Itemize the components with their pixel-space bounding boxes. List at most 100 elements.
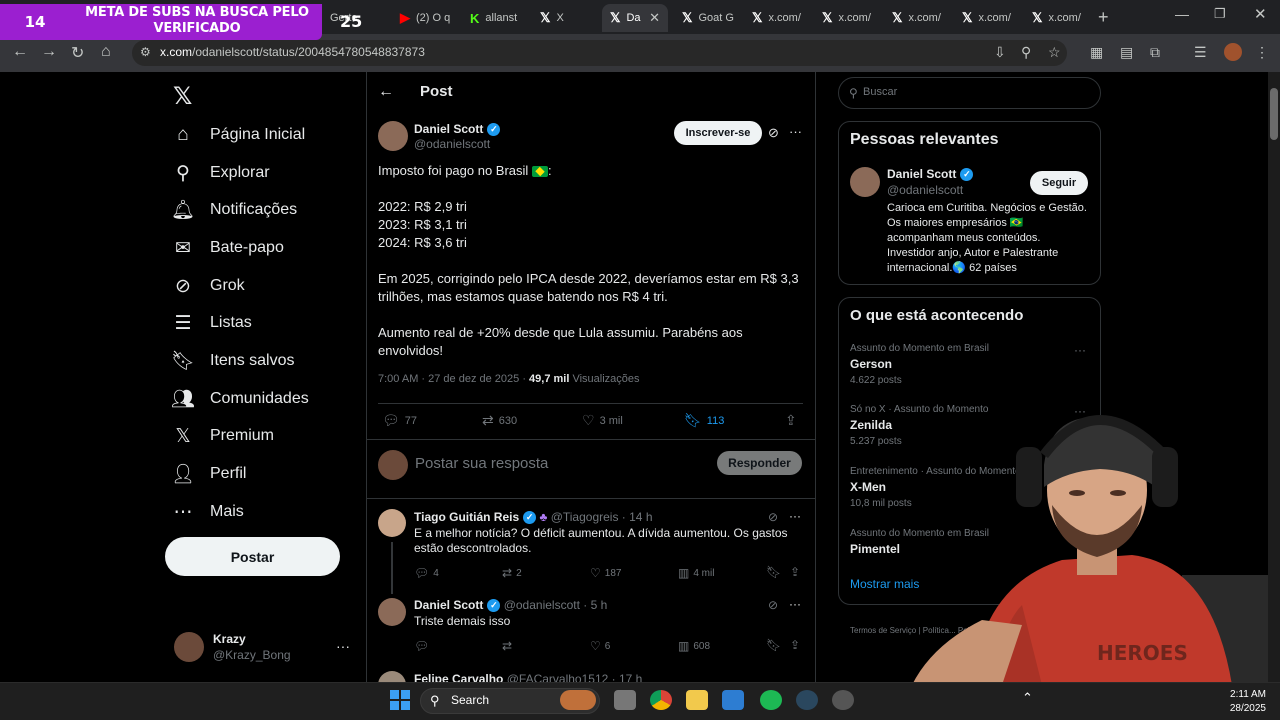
share-icon[interactable]: ⇪ [785,412,797,429]
like-stat[interactable]: ♡ 3 mil [582,412,623,429]
search-highlight-icon[interactable] [560,690,596,710]
bookmark-star-icon[interactable]: ☆ [1048,44,1061,61]
browser-tab[interactable]: Kallanst [462,4,528,32]
sidebar-item-notifications[interactable]: 🔔︎ Notificações [171,195,297,225]
comment-repost-stat[interactable]: ⇄ [502,639,512,653]
sidebar-item-lists[interactable]: ☰ Listas [172,308,251,338]
reload-icon[interactable]: ↻ [71,43,84,63]
comment-like-stat[interactable]: ♡ 6 [590,639,610,653]
trend-more-icon[interactable]: ··· [1074,343,1086,357]
author-name[interactable]: Daniel Scott ✓ [414,122,501,137]
bookmark-stat[interactable]: 🔖︎ 113 [684,412,724,429]
comment-author[interactable]: Daniel Scott ✓ @odanielscott · 5 h [414,598,607,613]
post-timestamp[interactable]: 7:00 AM · 27 de dez de 2025 · [378,373,529,385]
bookmark-icon[interactable]: 🔖︎ [766,638,781,652]
browser-menu-icon[interactable]: ⋮ [1255,44,1269,61]
follow-button[interactable]: Seguir [1030,171,1088,195]
reply-input[interactable]: Postar sua resposta [415,455,548,472]
browser-tab[interactable]: 𝕏X [532,4,598,32]
comment-like-stat[interactable]: ♡ 187 [590,566,621,580]
spotify-icon[interactable] [760,690,782,710]
zoom-icon[interactable]: ⚲ [1021,44,1031,61]
sidebar-item-premium[interactable]: 𝕏 Premium [172,421,274,451]
back-arrow-icon[interactable]: ← [378,83,394,101]
extension-icon[interactable]: ▤ [1120,44,1133,61]
author-avatar[interactable] [378,121,408,151]
taskbar-search-label[interactable]: Search [451,693,489,707]
browser-profile-avatar[interactable] [1224,43,1242,61]
compose-post-button[interactable]: Postar [165,537,340,576]
share-icon[interactable]: ⇪ [790,638,800,652]
browser-tab[interactable]: 𝕏x.com/ [744,4,810,32]
subscribe-button[interactable]: Inscrever-se [674,121,762,145]
relevant-avatar[interactable] [850,167,880,197]
repost-stat[interactable]: ⇄ 630 [482,412,517,429]
sidebar-item-profile[interactable]: 👤︎ Perfil [171,459,247,489]
comment-reply-stat[interactable]: 💬︎ [414,639,429,653]
task-view-icon[interactable] [614,690,636,710]
browser-tab[interactable]: 𝕏x.com/ [884,4,950,32]
sidebar-item-home[interactable]: ⌂ Página Inicial [172,120,305,150]
app-icon[interactable] [832,690,854,710]
comment-repost-stat[interactable]: ⇄ 2 [502,566,522,580]
grok-icon[interactable]: ⊘ [768,598,778,612]
site-info-icon[interactable]: ⚙ [140,45,151,59]
sidebar-item-more[interactable]: ⋯ Mais [172,497,244,527]
sidebar-item-communities[interactable]: 👥︎ Comunidades [171,384,309,414]
extension-icon[interactable]: ▦ [1090,44,1103,61]
relevant-name[interactable]: Daniel Scott ✓ [887,167,974,182]
media-control-icon[interactable]: ☰ [1194,44,1207,61]
comment-author[interactable]: Tiago Guitián Reis ✓ ♣ @Tiagogreis · 14 h [414,510,653,525]
browser-tab[interactable]: 𝕏x.com/ [814,4,880,32]
sidebar-item-chat[interactable]: ✉ Bate-papo [172,233,284,263]
comment-views-stat[interactable]: ▥ 608 [678,639,710,653]
grok-icon[interactable]: ⊘ [768,510,778,524]
file-explorer-icon[interactable] [686,690,708,710]
taskbar-clock[interactable]: 2:11 AM 28/2025 [1226,688,1266,716]
comment-views-stat[interactable]: ▥ 4 mil [678,566,714,580]
new-tab-icon[interactable]: + [1098,7,1109,28]
account-name[interactable]: Krazy [213,632,246,646]
tab-close-icon[interactable]: ✕ [649,10,660,26]
account-handle[interactable]: @Krazy_Bong [213,648,291,662]
comment-more-icon[interactable]: ··· [789,509,801,523]
install-icon[interactable]: ⇩ [994,44,1006,61]
steam-icon[interactable] [796,690,818,710]
reply-stat[interactable]: 💬︎ 77 [382,412,417,429]
forward-icon[interactable]: → [41,43,57,61]
chrome-icon[interactable] [650,690,672,710]
relevant-handle[interactable]: @odanielscott [887,183,963,197]
comment-avatar[interactable] [378,509,406,537]
url-text[interactable]: x.com/odanielscott/status/20048547805488… [160,45,425,59]
trend-name[interactable]: Gerson [850,357,892,371]
browser-tab-active[interactable]: 𝕏 Da ✕ [602,4,668,32]
back-icon[interactable]: ← [12,43,28,61]
bookmark-icon[interactable]: 🔖︎ [766,565,781,579]
minimize-icon[interactable]: — [1175,6,1189,22]
comment-reply-stat[interactable]: 💬︎ 4 [414,566,439,580]
sidebar-item-bookmarks[interactable]: 🔖︎ Itens salvos [171,346,295,376]
home-icon[interactable]: ⌂ [101,43,111,61]
grok-icon[interactable]: ⊘ [768,125,779,141]
windows-start-icon[interactable] [390,690,410,710]
author-handle[interactable]: @odanielscott [414,137,490,151]
browser-tab[interactable]: 𝕏x.com/ [954,4,1020,32]
restore-icon[interactable]: ❐ [1214,6,1226,22]
scrollbar[interactable] [1268,72,1280,682]
search-placeholder[interactable]: Buscar [863,86,897,98]
x-logo-icon[interactable]: 𝕏 [173,82,192,110]
comment-avatar[interactable] [378,598,406,626]
scrollbar-thumb[interactable] [1270,88,1278,140]
comment-more-icon[interactable]: ··· [789,597,801,611]
browser-tab[interactable]: 𝕏x.com/ [1024,4,1090,32]
tray-overflow-icon[interactable]: ⌃ [1022,690,1033,706]
post-more-icon[interactable]: ··· [789,124,802,139]
browser-tab[interactable]: ▶ (2) O q [392,4,452,32]
browser-tab[interactable]: 𝕏 Goat G [674,4,740,32]
account-avatar[interactable] [174,632,204,662]
account-more-icon[interactable]: ··· [336,638,350,654]
sidebar-item-grok[interactable]: ⊘ Grok [172,271,245,301]
extensions-puzzle-icon[interactable]: ⧉ [1150,44,1160,61]
store-icon[interactable] [722,690,744,710]
window-close-icon[interactable]: ✕ [1254,5,1267,23]
